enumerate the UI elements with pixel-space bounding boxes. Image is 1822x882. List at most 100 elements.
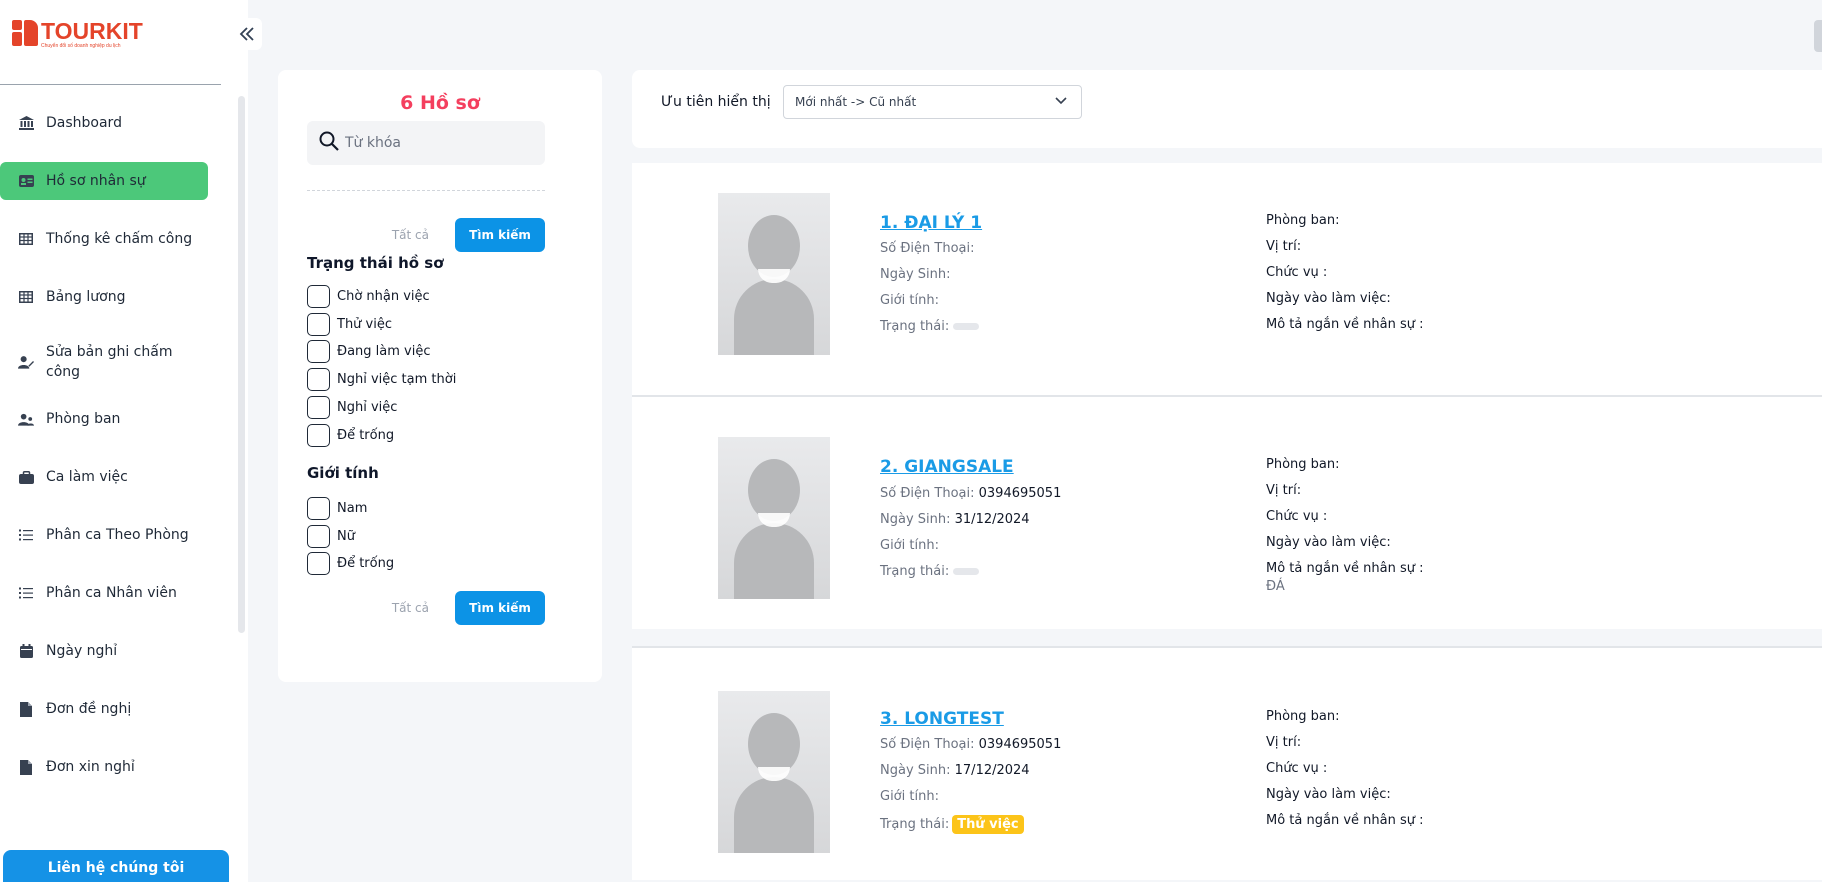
- phone-field: Số Điện Thoại:: [880, 241, 975, 256]
- status-option[interactable]: Đang làm việc: [307, 339, 431, 363]
- sidebar-item-attendance-stats[interactable]: Thống kê chấm công: [0, 220, 208, 258]
- employee-card: 1. ĐẠI LÝ 1 Số Điện Thoại: Ngày Sinh: Gi…: [632, 163, 1822, 395]
- user-edit-icon: [18, 354, 34, 370]
- status-option[interactable]: Để trống: [307, 423, 394, 447]
- checkbox[interactable]: [307, 339, 330, 363]
- sidebar-item-label: Sửa bản ghi chấm công: [46, 344, 173, 380]
- status-option[interactable]: Chờ nhận việc: [307, 284, 430, 308]
- keyword-search[interactable]: [307, 121, 545, 165]
- position-field: Vị trí:: [1266, 735, 1302, 750]
- sidebar-item-shift-by-department[interactable]: Phân ca Theo Phòng: [0, 516, 208, 554]
- select-all-button[interactable]: Tất cả: [392, 228, 429, 242]
- sidebar-item-edit-attendance[interactable]: Sửa bản ghi chấm công: [0, 336, 208, 384]
- bank-icon: [18, 115, 34, 131]
- contact-us-button[interactable]: Liên hệ chúng tôi: [3, 850, 229, 882]
- avatar-placeholder: [718, 691, 830, 853]
- logo-name: TOURKIT: [41, 18, 143, 44]
- description-field: Mô tả ngắn về nhân sự :: [1266, 317, 1424, 332]
- position-field: Vị trí:: [1266, 483, 1302, 498]
- dob-field: Ngày Sinh: 17/12/2024: [880, 763, 1030, 778]
- collapse-sidebar-button[interactable]: [232, 18, 262, 50]
- employee-name-link[interactable]: 3. LONGTEST: [880, 709, 1004, 729]
- checkbox[interactable]: [307, 312, 330, 336]
- checkbox[interactable]: [307, 423, 330, 447]
- profile-count: 6 Hồ sơ: [400, 92, 480, 114]
- avatar-placeholder: [718, 437, 830, 599]
- sidebar-item-holidays[interactable]: Ngày nghỉ: [0, 632, 208, 670]
- sidebar-divider: [0, 84, 221, 85]
- employee-name-link[interactable]: 2. GIANGSALE: [880, 457, 1014, 477]
- title-field: Chức vụ :: [1266, 509, 1328, 524]
- sidebar-item-label: Bảng lương: [46, 289, 126, 305]
- checkbox[interactable]: [307, 524, 330, 548]
- checkbox-label: Đang làm việc: [337, 343, 431, 359]
- phone-field: Số Điện Thoại: 0394695051: [880, 486, 1062, 501]
- start-date-field: Ngày vào làm việc:: [1266, 787, 1391, 802]
- sidebar-item-requests[interactable]: Đơn đề nghị: [0, 690, 208, 728]
- checkbox-label: Nam: [337, 500, 368, 516]
- checkbox[interactable]: [307, 395, 330, 419]
- header-edge-control[interactable]: [1814, 20, 1822, 52]
- filter-divider: [307, 190, 545, 191]
- brand-logo[interactable]: TOURKIT Chuyển đổi số doanh nghiệp du lị…: [12, 20, 143, 49]
- checkbox-label: Nữ: [337, 528, 355, 544]
- sidebar-item-leave-requests[interactable]: Đơn xin nghỉ: [0, 748, 208, 786]
- sidebar-item-employee-profiles[interactable]: Hồ sơ nhân sự: [0, 162, 208, 200]
- status-option[interactable]: Nghỉ việc: [307, 395, 397, 419]
- department-field: Phòng ban:: [1266, 709, 1340, 724]
- title-field: Chức vụ :: [1266, 761, 1328, 776]
- checkbox-label: Thử việc: [337, 316, 393, 332]
- status-option[interactable]: Nghỉ việc tạm thời: [307, 367, 456, 391]
- status-field: Trạng thái: Thử việc: [880, 815, 1024, 834]
- logo-tagline: Chuyển đổi số doanh nghiệp du lịch: [41, 43, 121, 49]
- sidebar-item-departments[interactable]: Phòng ban: [0, 400, 208, 438]
- employee-name-link[interactable]: 1. ĐẠI LÝ 1: [880, 213, 982, 233]
- checkbox[interactable]: [307, 284, 330, 308]
- gender-field: Giới tính:: [880, 789, 939, 804]
- status-filter-title: Trạng thái hồ sơ: [307, 254, 444, 272]
- gender-filter-title: Giới tính: [307, 464, 379, 482]
- sidebar-nav: Dashboard Hồ sơ nhân sự Thống kê chấm cô…: [0, 104, 214, 806]
- description-value: ĐÁ: [1266, 579, 1285, 594]
- sort-selected-value: Mới nhất -> Cũ nhất: [795, 95, 917, 109]
- start-date-field: Ngày vào làm việc:: [1266, 291, 1391, 306]
- sidebar-item-payroll[interactable]: Bảng lương: [0, 278, 208, 316]
- sidebar-item-dashboard[interactable]: Dashboard: [0, 104, 208, 142]
- gender-option[interactable]: Nam: [307, 496, 367, 520]
- checkbox[interactable]: [307, 496, 330, 520]
- sidebar-item-shifts[interactable]: Ca làm việc: [0, 458, 208, 496]
- select-all-button[interactable]: Tất cả: [392, 601, 429, 615]
- calendar-icon: [18, 643, 34, 659]
- checkbox-label: Nghỉ việc: [337, 399, 398, 415]
- checkbox[interactable]: [307, 367, 330, 391]
- status-field: Trạng thái:: [880, 319, 980, 334]
- phone-field: Số Điện Thoại: 0394695051: [880, 737, 1062, 752]
- employee-card: 3. LONGTEST Số Điện Thoại: 0394695051 Ng…: [632, 648, 1822, 880]
- checkbox-label: Để trống: [337, 427, 395, 443]
- checkbox[interactable]: [307, 551, 330, 575]
- dob-field: Ngày Sinh: 31/12/2024: [880, 512, 1030, 527]
- sidebar-item-label: Ngày nghỉ: [46, 643, 118, 659]
- sidebar-item-label: Đơn xin nghỉ: [46, 759, 135, 775]
- checkbox-label: Để trống: [337, 555, 395, 571]
- sidebar-scrollbar[interactable]: [238, 96, 245, 633]
- sidebar-item-shift-by-employee[interactable]: Phân ca Nhân viên: [0, 574, 208, 612]
- gender-option[interactable]: Nữ: [307, 524, 355, 548]
- sort-bar: Ưu tiên hiển thị Mới nhất -> Cũ nhất: [632, 70, 1822, 148]
- sort-select[interactable]: Mới nhất -> Cũ nhất: [783, 85, 1082, 119]
- status-option[interactable]: Thử việc: [307, 312, 392, 336]
- filter-actions-top: Tất cả Tìm kiếm: [307, 218, 545, 252]
- document-icon: [18, 701, 34, 717]
- sort-label: Ưu tiên hiển thị: [661, 94, 771, 110]
- filter-panel: 6 Hồ sơ Tất cả Tìm kiếm Trạng thái hồ sơ…: [278, 70, 602, 682]
- search-button[interactable]: Tìm kiếm: [455, 218, 545, 252]
- checkbox-label: Chờ nhận việc: [337, 288, 430, 304]
- table-icon: [18, 289, 34, 305]
- search-input[interactable]: [345, 135, 525, 151]
- gender-option[interactable]: Để trống: [307, 551, 394, 575]
- chevron-down-icon: [1055, 93, 1067, 109]
- title-field: Chức vụ :: [1266, 265, 1328, 280]
- status-badge: [953, 323, 980, 330]
- checkbox-label: Nghỉ việc tạm thời: [337, 371, 457, 387]
- search-button[interactable]: Tìm kiếm: [455, 591, 545, 625]
